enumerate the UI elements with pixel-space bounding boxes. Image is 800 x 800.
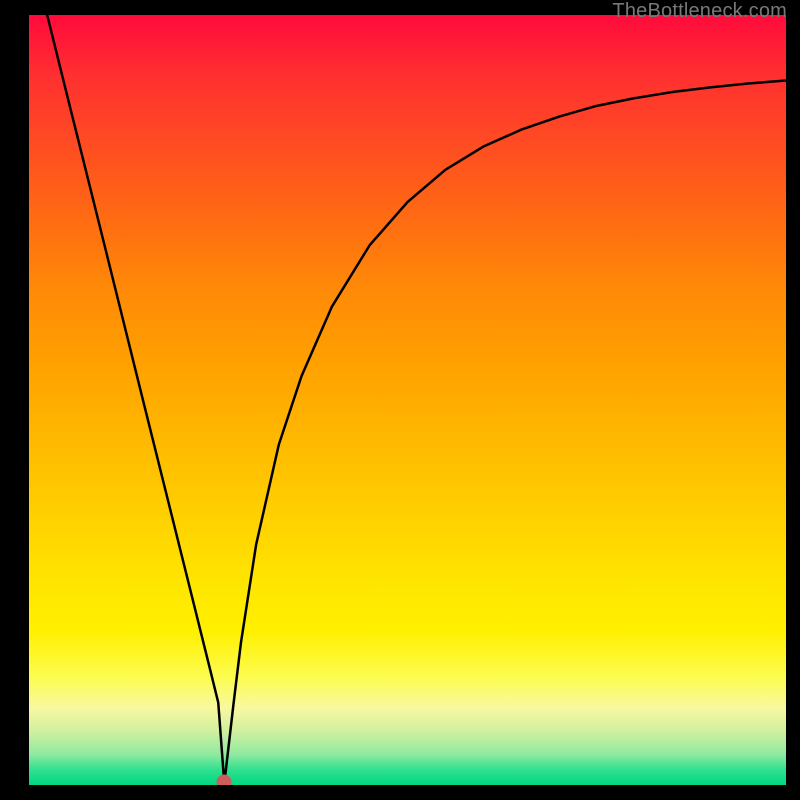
gradient-background [29, 15, 786, 785]
chart-frame: TheBottleneck.com [0, 0, 800, 800]
attribution-watermark: TheBottleneck.com [612, 0, 787, 23]
plot-area [29, 15, 786, 785]
optimal-point-marker [217, 775, 232, 786]
